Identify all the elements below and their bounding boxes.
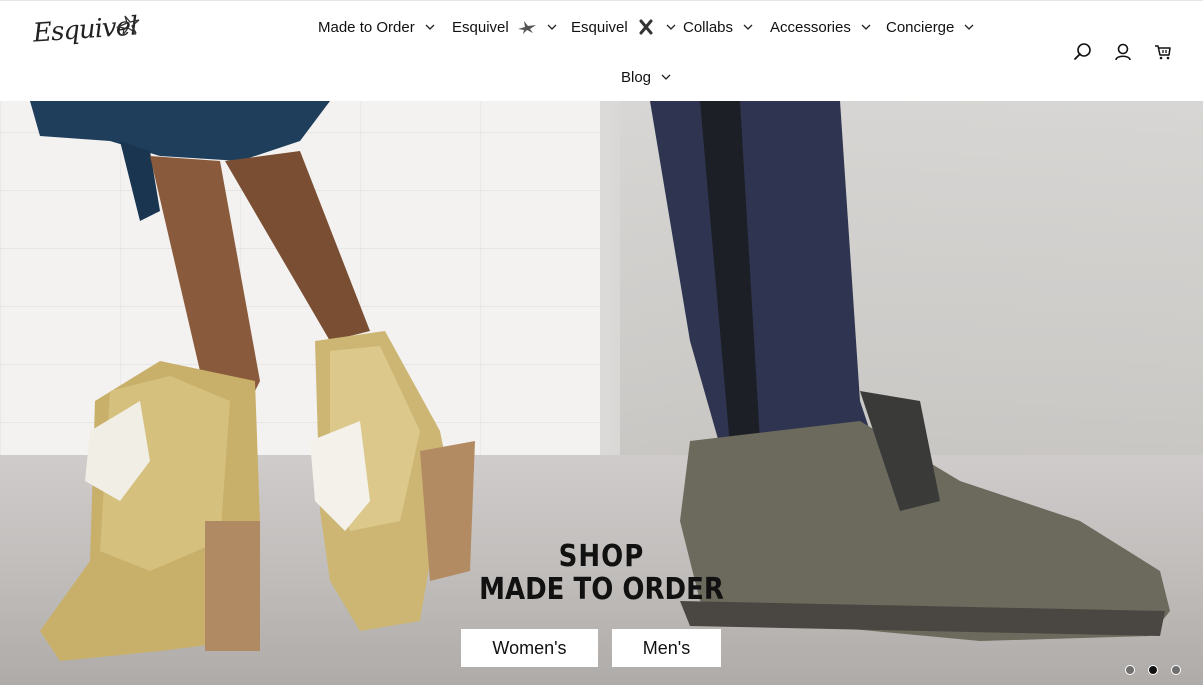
hero-heading: SHOP MADE TO ORDER <box>0 540 1203 608</box>
header-actions <box>1073 41 1173 63</box>
slide-dot-3[interactable] <box>1171 665 1181 675</box>
account-icon[interactable] <box>1113 42 1133 62</box>
main-nav-row-2: Blog <box>0 65 1203 89</box>
hero-cta-group: Women's Men's <box>461 629 721 667</box>
chevron-down-icon <box>547 24 557 30</box>
shop-mens-button[interactable]: Men's <box>612 629 721 667</box>
chevron-down-icon <box>861 24 871 30</box>
bird-icon <box>517 21 536 34</box>
nav-label: Concierge <box>886 18 955 36</box>
nav-label: Collabs <box>683 18 734 36</box>
main-nav-row-1: Made to Order Esquivel Esquivel Collabs … <box>0 15 1203 39</box>
nav-label: Esquivel <box>571 18 628 36</box>
nav-accessories[interactable]: Accessories <box>770 15 872 39</box>
hero-heading-line-2: MADE TO ORDER <box>479 572 724 608</box>
nav-made-to-order[interactable]: Made to Order <box>318 15 436 39</box>
nav-label: Made to Order <box>318 18 415 36</box>
site-header: Esquivel Made to Order Esquivel Esquivel… <box>0 0 1203 101</box>
slide-dot-1[interactable] <box>1125 665 1135 675</box>
chevron-down-icon <box>743 24 753 30</box>
search-icon[interactable] <box>1073 42 1093 62</box>
chevron-down-icon <box>661 74 671 80</box>
nav-collabs[interactable]: Collabs <box>683 15 754 39</box>
chevron-down-icon <box>425 24 435 30</box>
nav-label: Blog <box>621 68 652 86</box>
chevron-down-icon <box>666 24 676 30</box>
cart-icon[interactable] <box>1153 42 1173 62</box>
nav-esquivel-bird[interactable]: Esquivel <box>452 15 558 39</box>
nav-label: Esquivel <box>452 18 509 36</box>
shop-womens-button[interactable]: Women's <box>461 629 598 667</box>
nav-label: Accessories <box>770 18 851 36</box>
slider-pagination <box>1125 665 1181 675</box>
nav-concierge[interactable]: Concierge <box>886 15 975 39</box>
slide-dot-2[interactable] <box>1148 665 1158 675</box>
nav-esquivel-bones[interactable]: Esquivel <box>571 15 677 39</box>
chevron-down-icon <box>964 24 974 30</box>
crossed-bones-icon <box>639 19 653 35</box>
hero-slider: SHOP MADE TO ORDER Women's Men's <box>0 101 1203 685</box>
nav-blog[interactable]: Blog <box>621 65 672 89</box>
